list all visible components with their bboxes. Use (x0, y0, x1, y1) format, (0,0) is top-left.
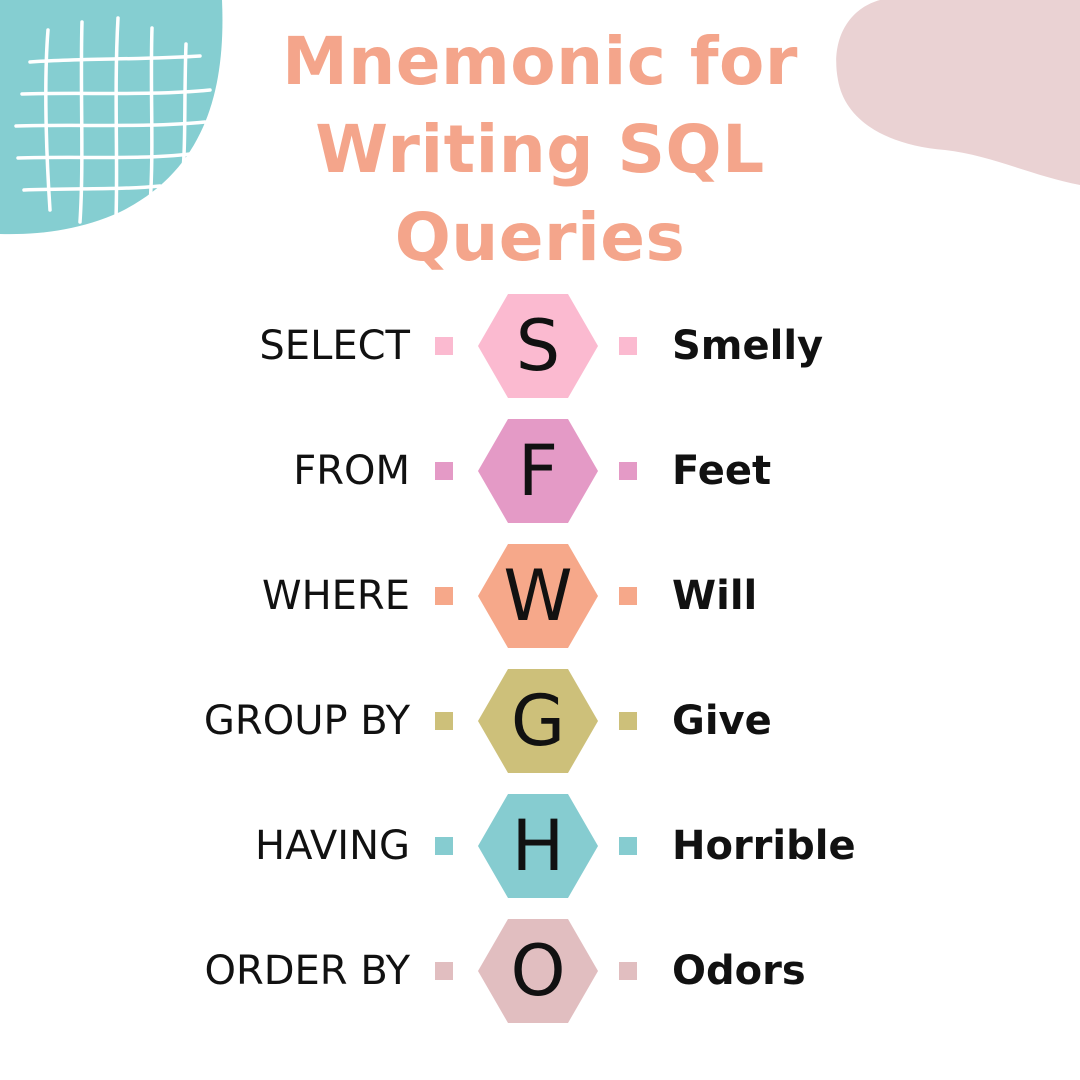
square-bullet-icon (619, 462, 637, 480)
square-bullet-icon (435, 462, 453, 480)
mnemonic-word: Horrible (672, 823, 856, 869)
hexagon-letter: H (511, 805, 565, 887)
title-line: Queries (394, 199, 686, 276)
square-bullet-icon (435, 587, 453, 605)
hexagon-letter: W (503, 555, 573, 637)
hexagon-badge: O (478, 919, 598, 1023)
square-bullet-icon (619, 962, 637, 980)
square-bullet-icon (619, 712, 637, 730)
square-bullet-icon (619, 337, 637, 355)
corner-circle (0, 0, 223, 235)
square-bullet-icon (435, 837, 453, 855)
hexagon-letter: F (517, 430, 559, 512)
mnemonic-row-select: SELECT S Smelly (0, 294, 1080, 398)
mnemonic-row-having: HAVING H Horrible (0, 794, 1080, 898)
mnemonic-row-group-by: GROUP BY G Give (0, 669, 1080, 773)
sql-keyword: ORDER BY (204, 948, 410, 994)
mnemonic-word: Give (672, 698, 772, 744)
hexagon-badge: W (478, 544, 598, 648)
title-line: Writing SQL (315, 111, 765, 188)
sql-keyword: WHERE (262, 573, 410, 619)
hexagon-badge: S (478, 294, 598, 398)
sql-keyword: GROUP BY (203, 698, 410, 744)
hexagon-badge: G (478, 669, 598, 773)
sql-keyword: SELECT (259, 323, 410, 369)
sql-keyword: FROM (293, 448, 410, 494)
hexagon-badge: H (478, 794, 598, 898)
page-title: Mnemonic for Writing SQL Queries (240, 18, 840, 282)
square-bullet-icon (619, 837, 637, 855)
mnemonic-word: Odors (672, 948, 806, 994)
mnemonic-row-from: FROM F Feet (0, 419, 1080, 523)
corner-blob (836, 0, 1080, 185)
square-bullet-icon (435, 712, 453, 730)
mnemonic-word: Smelly (672, 323, 824, 369)
hexagon-letter: S (515, 305, 561, 387)
mnemonic-word: Feet (672, 448, 772, 494)
square-bullet-icon (619, 587, 637, 605)
sql-keyword: HAVING (255, 823, 410, 869)
square-bullet-icon (435, 337, 453, 355)
hexagon-letter: O (510, 930, 566, 1012)
infographic: Mnemonic for Writing SQL Queries SELECT … (0, 0, 1080, 1080)
mnemonic-word: Will (672, 573, 758, 619)
title-line: Mnemonic for (282, 23, 798, 100)
square-bullet-icon (435, 962, 453, 980)
hexagon-badge: F (478, 419, 598, 523)
hexagon-letter: G (510, 680, 566, 762)
mnemonic-row-order-by: ORDER BY O Odors (0, 919, 1080, 1023)
mnemonic-row-where: WHERE W Will (0, 544, 1080, 648)
